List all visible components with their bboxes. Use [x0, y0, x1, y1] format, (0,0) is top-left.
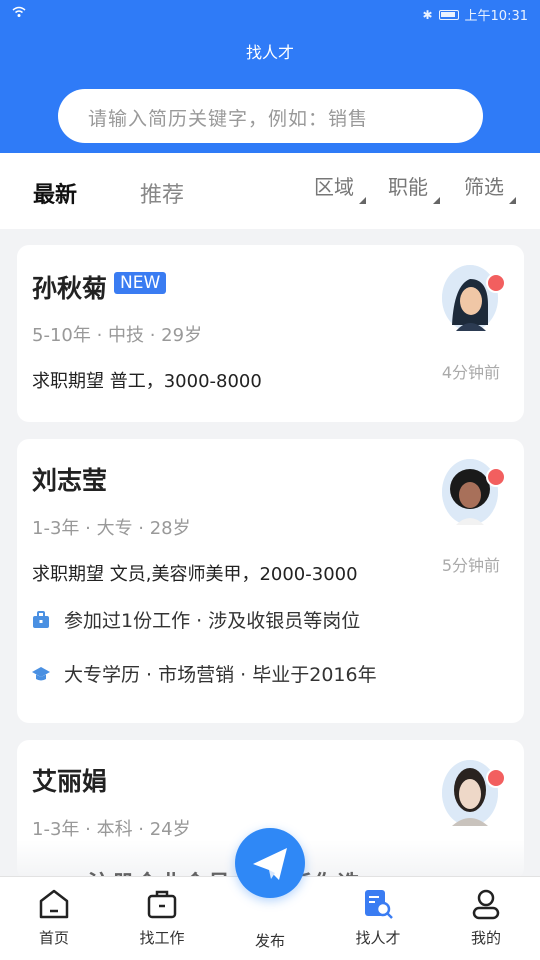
work-experience-text: 参加过1份工作 · 涉及收银员等岗位 [64, 610, 361, 632]
nav-jobs[interactable]: 找工作 [108, 877, 216, 960]
filter-function-label: 职能 [388, 175, 428, 199]
nav-jobs-label: 找工作 [139, 929, 185, 947]
wifi-icon [12, 6, 26, 22]
candidate-name: 刘志莹 [32, 466, 108, 495]
filter-more[interactable]: 筛选 [464, 171, 516, 204]
filter-more-label: 筛选 [464, 175, 504, 199]
notification-dot [486, 467, 506, 487]
nav-mine-label: 我的 [470, 929, 501, 947]
resume-card[interactable]: 孙秋菊 NEW 5-10年 · 中技 · 29岁 求职期望 普工，3000-80… [17, 245, 524, 422]
tab-latest[interactable]: 最新 [33, 177, 77, 209]
dropdown-arrow-icon [509, 197, 516, 204]
avatar [442, 265, 506, 331]
nav-mine[interactable]: 我的 [432, 877, 540, 960]
candidate-meta: 5-10年 · 中技 · 29岁 [32, 325, 203, 346]
avatar [442, 760, 506, 826]
education-text: 大专学历 · 市场营销 · 毕业于2016年 [64, 664, 377, 686]
publish-button[interactable] [235, 828, 305, 898]
nav-home-label: 首页 [38, 929, 69, 947]
filter-function[interactable]: 职能 [388, 171, 440, 204]
header: 找人才 请输入简历关键字，例如：销售 [0, 26, 540, 153]
filter-region[interactable]: 区域 [314, 171, 366, 204]
user-icon [472, 889, 500, 920]
paper-plane-icon [253, 848, 287, 880]
job-expectation: 求职期望 文员,美容师美甲，2000-3000 [32, 564, 358, 585]
candidate-name: 孙秋菊 [32, 274, 108, 303]
graduation-cap-icon [32, 666, 50, 680]
briefcase-icon [33, 610, 49, 628]
post-time: 5分钟前 [441, 556, 500, 575]
avatar [442, 459, 506, 525]
candidate-name: 艾丽娟 [32, 767, 108, 796]
post-time: 4分钟前 [441, 363, 500, 382]
candidate-meta: 1-3年 · 本科 · 24岁 [32, 819, 191, 840]
search-resume-icon [365, 890, 393, 919]
education: 大专学历 · 市场营销 · 毕业于2016年 [32, 660, 377, 687]
search-placeholder: 请输入简历关键字，例如：销售 [88, 108, 369, 130]
status-bar: ✱ 上午10:31 [0, 0, 540, 26]
filter-region-label: 区域 [314, 175, 354, 199]
notification-dot [486, 768, 506, 788]
work-experience: 参加过1份工作 · 涉及收银员等岗位 [32, 606, 360, 633]
battery-icon [438, 9, 459, 20]
briefcase-icon [147, 890, 177, 919]
nav-talent-label: 找人才 [355, 929, 401, 947]
search-input[interactable]: 请输入简历关键字，例如：销售 [58, 89, 483, 143]
notification-dot [486, 273, 506, 293]
home-icon [39, 889, 69, 919]
resume-card[interactable]: 刘志莹 1-3年 · 大专 · 28岁 求职期望 文员,美容师美甲，2000-3… [17, 439, 524, 723]
status-time: 上午10:31 [464, 9, 528, 24]
new-badge: NEW [114, 272, 167, 294]
nav-talent[interactable]: 找人才 [324, 877, 432, 960]
candidate-meta: 1-3年 · 大专 · 28岁 [32, 518, 191, 539]
page-title: 找人才 [245, 43, 294, 62]
tabs-bar: 最新 推荐 区域 职能 筛选 [0, 153, 540, 229]
nav-home[interactable]: 首页 [0, 877, 108, 960]
publish-label: 发布 [254, 932, 285, 950]
job-expectation: 求职期望 普工，3000-8000 [32, 371, 262, 392]
tab-recommend[interactable]: 推荐 [140, 177, 184, 209]
bluetooth-icon: ✱ [422, 7, 433, 22]
dropdown-arrow-icon [359, 197, 366, 204]
dropdown-arrow-icon [433, 197, 440, 204]
